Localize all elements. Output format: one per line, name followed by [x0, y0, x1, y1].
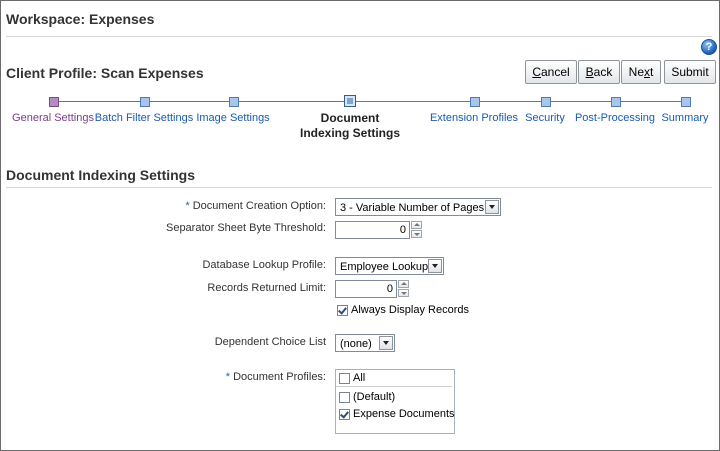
workspace-title: Workspace: Expenses: [6, 11, 155, 27]
profile-default-checkbox[interactable]: [339, 392, 350, 403]
db-lookup-label: Database Lookup Profile:: [202, 259, 326, 271]
chevron-down-icon: [379, 336, 393, 350]
train-stop-label[interactable]: Image Settings: [183, 111, 283, 126]
page-title: Client Profile: Scan Expenses: [6, 65, 204, 81]
train-navigation: General Settings Batch Filter Settings Ima…: [0, 93, 720, 143]
train-node-icon: [611, 97, 621, 107]
train-stop-label[interactable]: Summary: [635, 111, 720, 126]
stepper-down-icon: [411, 230, 422, 238]
help-icon[interactable]: ?: [701, 39, 717, 55]
train-stop-label: Document Indexing Settings: [300, 111, 401, 140]
chevron-down-icon: [428, 259, 442, 273]
separator-stepper[interactable]: [411, 221, 422, 239]
dependent-select[interactable]: (none): [335, 334, 395, 352]
cancel-button[interactable]: Cancel: [525, 60, 577, 84]
stepper-down-icon: [398, 289, 409, 297]
submit-button[interactable]: Submit: [664, 60, 716, 84]
stepper-up-icon: [411, 221, 422, 229]
records-limit-label: Records Returned Limit:: [207, 282, 326, 294]
section-title: Document Indexing Settings: [6, 167, 196, 183]
train-node-icon: [541, 97, 551, 107]
train-node-icon: [344, 95, 356, 107]
chevron-down-icon: [485, 200, 499, 214]
train-node-icon: [49, 97, 59, 107]
train-node-icon: [470, 97, 480, 107]
profile-expense-label: Expense Documents: [353, 408, 455, 420]
required-marker: *: [185, 200, 190, 212]
train-node-icon: [681, 97, 691, 107]
dependent-label: Dependent Choice List: [214, 336, 326, 348]
profile-all-checkbox[interactable]: [339, 373, 350, 384]
train-stop-label[interactable]: Batch Filter Settings: [94, 111, 194, 126]
separator-label: Separator Sheet Byte Threshold:: [165, 222, 326, 234]
divider: [6, 36, 712, 37]
doc-creation-select[interactable]: 3 - Variable Number of Pages: [335, 198, 501, 216]
stepper-up-icon: [398, 280, 409, 288]
back-button[interactable]: Back: [578, 60, 620, 84]
doc-profiles-label: * Document Profiles:: [225, 371, 326, 383]
profile-expense-checkbox[interactable]: [339, 409, 350, 420]
required-marker: *: [225, 371, 231, 383]
records-limit-stepper[interactable]: [398, 280, 409, 298]
db-lookup-select[interactable]: Employee Lookup: [335, 257, 444, 275]
divider: [336, 386, 452, 387]
profile-default-label: (Default): [353, 391, 396, 403]
divider: [6, 187, 712, 188]
records-limit-input[interactable]: 0: [335, 280, 397, 298]
next-button[interactable]: Next: [621, 60, 661, 84]
always-display-checkbox[interactable]: [337, 305, 348, 316]
separator-input[interactable]: 0: [335, 221, 410, 239]
profile-all-label: All: [353, 372, 366, 384]
train-node-icon: [229, 97, 239, 107]
always-display-label: Always Display Records: [351, 304, 469, 316]
train-stop-label[interactable]: General Settings: [3, 111, 103, 126]
doc-creation-label: * Document Creation Option:: [185, 200, 326, 212]
train-node-icon: [140, 97, 150, 107]
